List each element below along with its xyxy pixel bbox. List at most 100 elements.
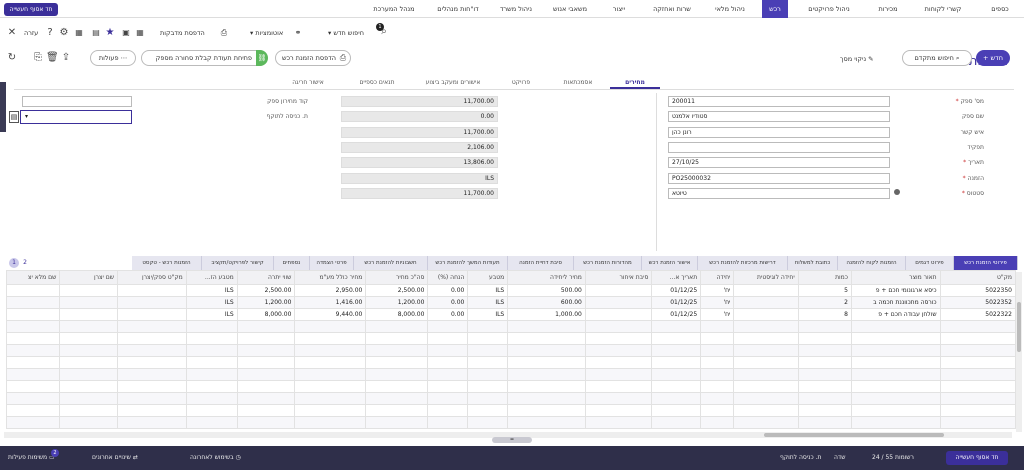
- grid-page-number[interactable]: 2: [20, 258, 30, 268]
- table-cell[interactable]: [939, 416, 1017, 429]
- table-cell[interactable]: 0.00: [427, 284, 469, 297]
- table-cell[interactable]: [294, 332, 367, 345]
- table-cell[interactable]: [700, 380, 735, 393]
- nav-item[interactable]: מנהל המערכת: [368, 0, 420, 18]
- table-cell[interactable]: [584, 308, 653, 321]
- table-cell[interactable]: [185, 380, 238, 393]
- table-cell[interactable]: [117, 392, 187, 405]
- nav-item[interactable]: ניהול משרד: [496, 0, 536, 18]
- table-cell[interactable]: ILS: [185, 296, 238, 309]
- table-cell[interactable]: [185, 344, 238, 357]
- table-cell[interactable]: 2,500.00: [365, 284, 429, 297]
- form-tab[interactable]: פרויקט: [496, 76, 546, 89]
- table-cell[interactable]: 500.00: [507, 284, 586, 297]
- table-cell[interactable]: [733, 284, 799, 297]
- table-cell[interactable]: [651, 392, 702, 405]
- table-cell[interactable]: 1,000.00: [507, 308, 586, 321]
- grid-tab[interactable]: פירוט דגמים: [906, 256, 954, 270]
- field-input[interactable]: 11,700.00: [341, 96, 498, 107]
- table-cell[interactable]: [651, 332, 702, 345]
- table-cell[interactable]: [797, 332, 852, 345]
- table-cell[interactable]: [797, 404, 852, 417]
- table-cell[interactable]: [700, 404, 735, 417]
- actions-button[interactable]: פעולות ⋯: [90, 50, 136, 66]
- grid-tab[interactable]: מהדורות הזמנת רכש: [574, 256, 642, 270]
- table-cell[interactable]: [427, 320, 469, 333]
- table-cell[interactable]: [294, 368, 367, 381]
- side-panel-toggle[interactable]: [0, 82, 6, 132]
- table-cell[interactable]: ILS: [467, 296, 509, 309]
- table-cell[interactable]: [850, 320, 941, 333]
- column-header[interactable]: שם יצרן: [59, 270, 118, 285]
- table-cell[interactable]: [467, 404, 509, 417]
- table-cell[interactable]: [185, 392, 238, 405]
- table-cell[interactable]: [427, 404, 469, 417]
- table-cell[interactable]: [117, 284, 187, 297]
- table-cell[interactable]: [236, 416, 296, 429]
- nav-item[interactable]: משאבי אנוש: [548, 0, 592, 18]
- table-cell[interactable]: [5, 392, 61, 405]
- table-cell[interactable]: [5, 284, 61, 297]
- table-cell[interactable]: [185, 320, 238, 333]
- table-cell[interactable]: [584, 368, 653, 381]
- table-cell[interactable]: [294, 344, 367, 357]
- nav-item[interactable]: ייצור: [604, 0, 634, 18]
- form-tab[interactable]: אישור חריגה: [276, 76, 340, 89]
- vertical-scrollbar[interactable]: [1016, 272, 1022, 432]
- table-row[interactable]: 5022350 כיסא ארגונומי חכם + פ 5 יח' 01/12/25…: [5, 284, 1017, 297]
- table-cell[interactable]: [584, 380, 653, 393]
- table-cell[interactable]: [59, 296, 118, 309]
- table-cell[interactable]: [427, 332, 469, 345]
- table-cell[interactable]: [850, 392, 941, 405]
- table-cell[interactable]: 2: [797, 296, 852, 309]
- table-cell[interactable]: 2,950.00: [294, 284, 367, 297]
- table-cell[interactable]: [59, 380, 118, 393]
- table-cell[interactable]: [365, 404, 429, 417]
- table-cell[interactable]: שולחן עבודה חכם + פ: [850, 308, 941, 321]
- table-row[interactable]: 5022352 כורסה מתכווננת חכמה ב 2 יח' 01/12/25…: [5, 296, 1017, 309]
- table-cell[interactable]: 01/12/25: [651, 296, 702, 309]
- table-row[interactable]: 5022322 שולחן עבודה חכם + פ 8 יח' 01/12/25 1,…: [5, 308, 1017, 321]
- table-cell[interactable]: 5022352: [939, 296, 1017, 309]
- table-cell[interactable]: 01/12/25: [651, 284, 702, 297]
- table-cell[interactable]: [939, 392, 1017, 405]
- table-cell[interactable]: [797, 320, 852, 333]
- table-cell[interactable]: [584, 332, 653, 345]
- table-cell[interactable]: [651, 368, 702, 381]
- field-input[interactable]: PO25000032: [668, 172, 890, 184]
- quick-add-button[interactable]: חד אסוף חעשייה: [4, 3, 58, 16]
- nav-item[interactable]: רכש: [762, 0, 788, 18]
- table-cell[interactable]: [507, 392, 586, 405]
- grid-tab[interactable]: סיבת דחיית הזמנה: [508, 256, 574, 270]
- table-row[interactable]: [5, 344, 1017, 357]
- table-cell[interactable]: [700, 332, 735, 345]
- table-row[interactable]: [5, 380, 1017, 393]
- table-row[interactable]: [5, 368, 1017, 381]
- table-cell[interactable]: 5022322: [939, 308, 1017, 321]
- active-tasks-button[interactable]: משימות פעילות ▭: [8, 451, 55, 465]
- table-cell[interactable]: [939, 380, 1017, 393]
- table-cell[interactable]: [700, 356, 735, 369]
- column-header[interactable]: יחידה: [700, 270, 735, 285]
- table-cell[interactable]: [59, 320, 118, 333]
- star-icon[interactable]: ★: [104, 25, 116, 41]
- table-cell[interactable]: [797, 344, 852, 357]
- table-cell[interactable]: [294, 404, 367, 417]
- table-cell[interactable]: [733, 344, 799, 357]
- table-cell[interactable]: [850, 416, 941, 429]
- column-header[interactable]: מק"ט: [939, 270, 1017, 285]
- grid-view-icon[interactable]: ▦: [134, 25, 146, 41]
- table-cell[interactable]: [939, 332, 1017, 345]
- field-input[interactable]: 13,806.00: [341, 157, 498, 169]
- column-header[interactable]: הנחה (%): [427, 270, 469, 285]
- table-cell[interactable]: ILS: [467, 284, 509, 297]
- table-cell[interactable]: [117, 356, 187, 369]
- table-cell[interactable]: [236, 344, 296, 357]
- table-cell[interactable]: [733, 416, 799, 429]
- table-cell[interactable]: [5, 308, 61, 321]
- table-cell[interactable]: [365, 380, 429, 393]
- table-cell[interactable]: [797, 356, 852, 369]
- column-header[interactable]: שם מלא יצ: [5, 270, 61, 285]
- table-cell[interactable]: [5, 296, 61, 309]
- table-cell[interactable]: [850, 380, 941, 393]
